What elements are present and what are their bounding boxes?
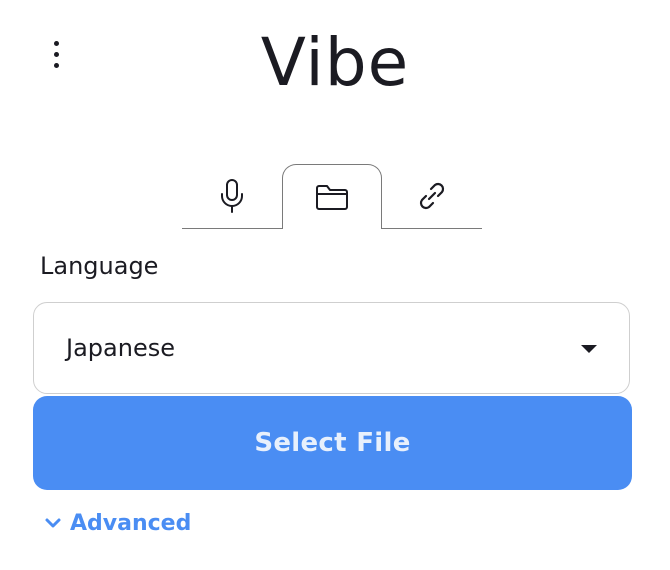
- caret-down-icon: [581, 345, 597, 353]
- select-file-label: Select File: [254, 428, 411, 458]
- advanced-label: Advanced: [70, 510, 192, 536]
- tab-link[interactable]: [382, 164, 482, 228]
- link-icon: [415, 179, 449, 213]
- language-select[interactable]: Japanese: [33, 302, 630, 394]
- tab-divider: [380, 228, 482, 229]
- microphone-icon: [219, 178, 245, 214]
- select-file-button[interactable]: Select File: [33, 396, 632, 490]
- app-title: Vibe: [260, 24, 410, 101]
- language-select-value: Japanese: [66, 334, 175, 362]
- source-tabs: [182, 164, 482, 229]
- tab-file[interactable]: [282, 164, 382, 229]
- app-window: Vibe Language Japanese Select File Advan…: [0, 0, 670, 570]
- tab-divider: [182, 228, 284, 229]
- folder-icon: [315, 183, 349, 211]
- chevron-down-icon: [44, 511, 62, 536]
- language-label: Language: [40, 252, 159, 280]
- tab-microphone[interactable]: [182, 164, 282, 228]
- advanced-toggle[interactable]: Advanced: [44, 506, 191, 540]
